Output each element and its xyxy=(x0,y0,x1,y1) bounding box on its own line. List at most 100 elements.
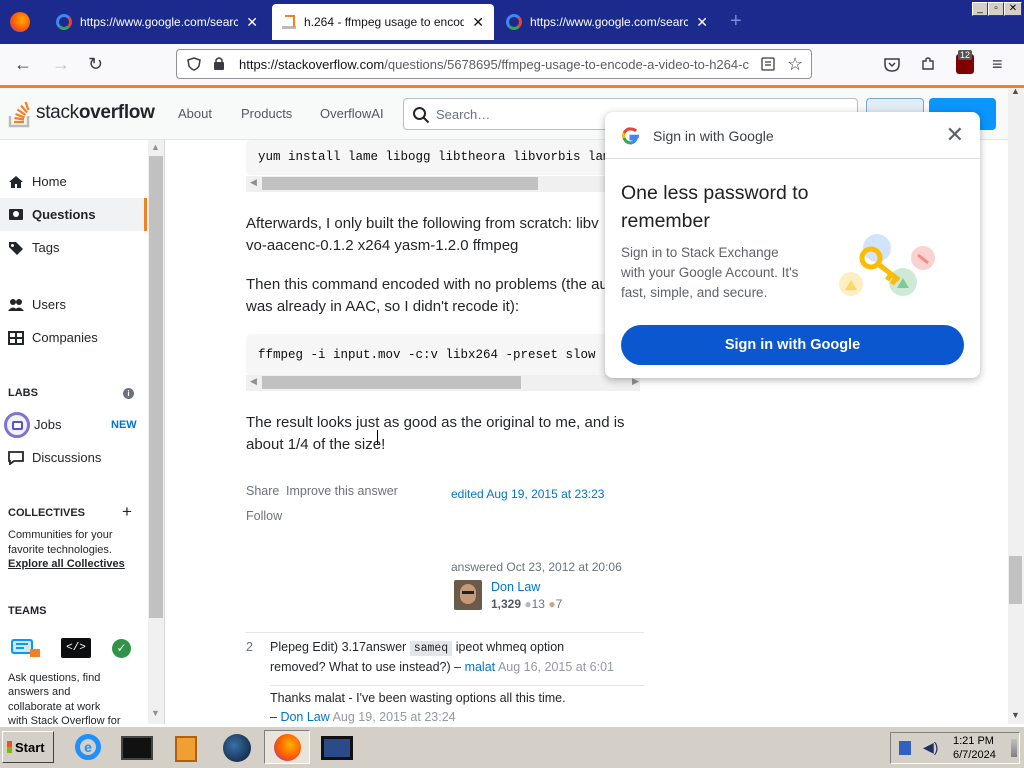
address-bar[interactable]: https://stackoverflow.com/questions/5678… xyxy=(176,49,812,79)
popup-body-line: fast, simple, and secure. xyxy=(621,285,768,300)
sidebar-item-companies[interactable]: Companies xyxy=(8,330,98,345)
firefox-taskbar-icon[interactable] xyxy=(264,730,310,764)
sidebar-item-home[interactable]: Home xyxy=(8,174,67,189)
clock-time[interactable]: 1:21 PM xyxy=(953,735,994,747)
scroll-down-arrow-icon[interactable]: ▼ xyxy=(1011,710,1020,720)
paragraph-line: about 1/4 of the size! xyxy=(246,436,386,453)
scroll-left-arrow-icon[interactable]: ◀ xyxy=(250,177,257,188)
close-tab-icon[interactable]: ✕ xyxy=(472,14,484,31)
tab-stackoverflow[interactable]: h.264 - ffmpeg usage to encode a ✕ xyxy=(272,4,494,40)
stackoverflow-logo-text[interactable]: stackoverflow xyxy=(36,102,155,124)
bookmark-star-icon[interactable]: ☆ xyxy=(787,54,803,75)
header-link-overflowai[interactable]: OverflowAI xyxy=(320,106,384,121)
scroll-left-arrow-icon[interactable]: ◀ xyxy=(250,376,257,387)
comment-date[interactable]: Aug 16, 2015 at 6:01 xyxy=(498,660,614,674)
header-link-about[interactable]: About xyxy=(178,106,212,121)
sidebar-item-tags[interactable]: Tags xyxy=(8,240,59,255)
discussions-icon xyxy=(8,450,24,465)
follow-link[interactable]: Follow xyxy=(246,509,282,523)
sidebar-item-label: Questions xyxy=(32,207,96,222)
header-link-products[interactable]: Products xyxy=(241,106,292,121)
hamburger-menu-icon[interactable]: ≡ xyxy=(992,55,1003,73)
close-tab-icon[interactable]: ✕ xyxy=(246,14,258,31)
tab-title: h.264 - ffmpeg usage to encode a xyxy=(304,15,465,29)
sidebar-item-label: Discussions xyxy=(32,450,102,465)
sign-in-with-google-button[interactable]: Sign in with Google xyxy=(621,325,964,365)
code-block-ffmpeg[interactable]: ffmpeg -i input.mov -c:v libx264 -preset… xyxy=(246,334,640,376)
info-icon[interactable]: i xyxy=(123,388,134,399)
comment-user-link[interactable]: malat xyxy=(465,660,496,674)
author-name-link[interactable]: Don Law xyxy=(491,580,540,594)
internet-explorer-icon[interactable]: e xyxy=(68,730,108,764)
tab-google-search-1[interactable]: https://www.google.com/search?c ✕ xyxy=(46,4,268,40)
clock-date[interactable]: 6/7/2024 xyxy=(953,749,996,761)
new-tab-icon[interactable]: + xyxy=(730,10,742,33)
tracking-shield-icon[interactable] xyxy=(187,57,201,71)
sidebar-item-jobs[interactable]: Jobs xyxy=(34,417,61,432)
silver-badge-count: 13 xyxy=(531,597,545,611)
page-scrollbar[interactable]: ▲ ▼ xyxy=(1008,86,1024,724)
collectives-heading: COLLECTIVES xyxy=(8,507,86,519)
code-hscrollbar-thumb[interactable] xyxy=(262,177,538,190)
code-block-yum[interactable]: yum install lame libogg libtheora libvor… xyxy=(246,140,640,175)
author-avatar[interactable] xyxy=(454,580,482,610)
scroll-up-arrow-icon[interactable]: ▲ xyxy=(1011,86,1020,96)
sidebar-item-discussions[interactable]: Discussions xyxy=(8,450,101,465)
reader-view-icon[interactable] xyxy=(761,57,775,71)
search-placeholder: Search… xyxy=(436,107,491,122)
globe-app-icon[interactable] xyxy=(216,730,256,764)
users-icon xyxy=(8,298,24,311)
share-link[interactable]: Share xyxy=(246,484,279,498)
bronze-badge-icon: ● xyxy=(548,597,556,611)
volume-tray-icon[interactable]: ◀) xyxy=(923,739,938,756)
sidebar-item-users[interactable]: Users xyxy=(8,297,66,312)
firefox-icon[interactable] xyxy=(10,12,30,32)
sidebar-item-questions[interactable]: Questions xyxy=(0,198,147,231)
paragraph-line: was already in AAC, so I didn't recode i… xyxy=(246,298,519,315)
extensions-puzzle-icon[interactable] xyxy=(920,56,936,72)
back-arrow-icon[interactable]: ← xyxy=(14,55,32,73)
explore-collectives-link[interactable]: Explore all Collectives xyxy=(8,557,125,572)
sidebar-scroll-up-icon[interactable]: ▲ xyxy=(151,142,160,152)
sidebar-scrollbar[interactable]: ▲ ▼ xyxy=(148,140,164,724)
code-hscrollbar[interactable]: ◀ xyxy=(246,176,640,192)
media-player-icon[interactable] xyxy=(166,730,206,764)
close-popup-icon[interactable]: ✕ xyxy=(946,124,964,146)
show-desktop-icon[interactable] xyxy=(1011,739,1017,757)
reload-icon[interactable]: ↻ xyxy=(88,55,103,73)
terminal-app-icon[interactable] xyxy=(116,730,156,764)
add-collective-plus-icon[interactable]: + xyxy=(122,502,132,522)
comment-date[interactable]: Aug 19, 2015 at 23:24 xyxy=(333,710,456,724)
page-scrollbar-thumb[interactable] xyxy=(1009,556,1022,604)
minimize-window-button[interactable]: _ xyxy=(972,2,988,16)
bronze-badge-count: 7 xyxy=(555,597,563,611)
tab-google-search-2[interactable]: https://www.google.com/search?c ✕ xyxy=(496,4,718,40)
code-hscrollbar[interactable]: ◀ ▶ xyxy=(246,375,640,391)
forward-arrow-icon[interactable]: → xyxy=(52,55,70,73)
jobs-icon xyxy=(4,412,30,438)
code-text: ffmpeg -i input.mov -c:v libx264 -preset… xyxy=(258,348,634,362)
sidebar-scrollbar-thumb[interactable] xyxy=(149,156,163,618)
stackoverflow-logo-icon[interactable] xyxy=(8,98,32,128)
labs-heading: LABS xyxy=(8,387,38,399)
avatar-face xyxy=(460,584,476,604)
security-tray-icon[interactable] xyxy=(899,741,911,755)
sidebar-scroll-down-icon[interactable]: ▼ xyxy=(151,708,160,718)
code-hscrollbar-thumb[interactable] xyxy=(262,376,521,389)
remote-desktop-icon[interactable] xyxy=(314,730,360,764)
popup-title: One less password to remember xyxy=(621,179,809,235)
sidebar-item-label: Tags xyxy=(32,240,60,255)
pocket-icon[interactable] xyxy=(884,57,900,72)
lock-icon[interactable] xyxy=(213,56,225,71)
comment-user-link[interactable]: Don Law xyxy=(280,710,329,724)
edited-timestamp-link[interactable]: edited Aug 19, 2015 at 23:23 xyxy=(451,487,604,501)
teams-chat-illustration-icon xyxy=(11,639,40,657)
start-button[interactable]: Start xyxy=(2,731,54,763)
maximize-window-button[interactable]: ▫ xyxy=(988,2,1004,16)
close-window-button[interactable]: ✕ xyxy=(1004,2,1022,16)
search-icon xyxy=(413,107,430,124)
close-tab-icon[interactable]: ✕ xyxy=(696,14,708,31)
paragraph-line: The result looks just as good as the ori… xyxy=(246,414,625,431)
improve-answer-link[interactable]: Improve this answer xyxy=(286,484,398,498)
questions-icon xyxy=(9,208,23,220)
